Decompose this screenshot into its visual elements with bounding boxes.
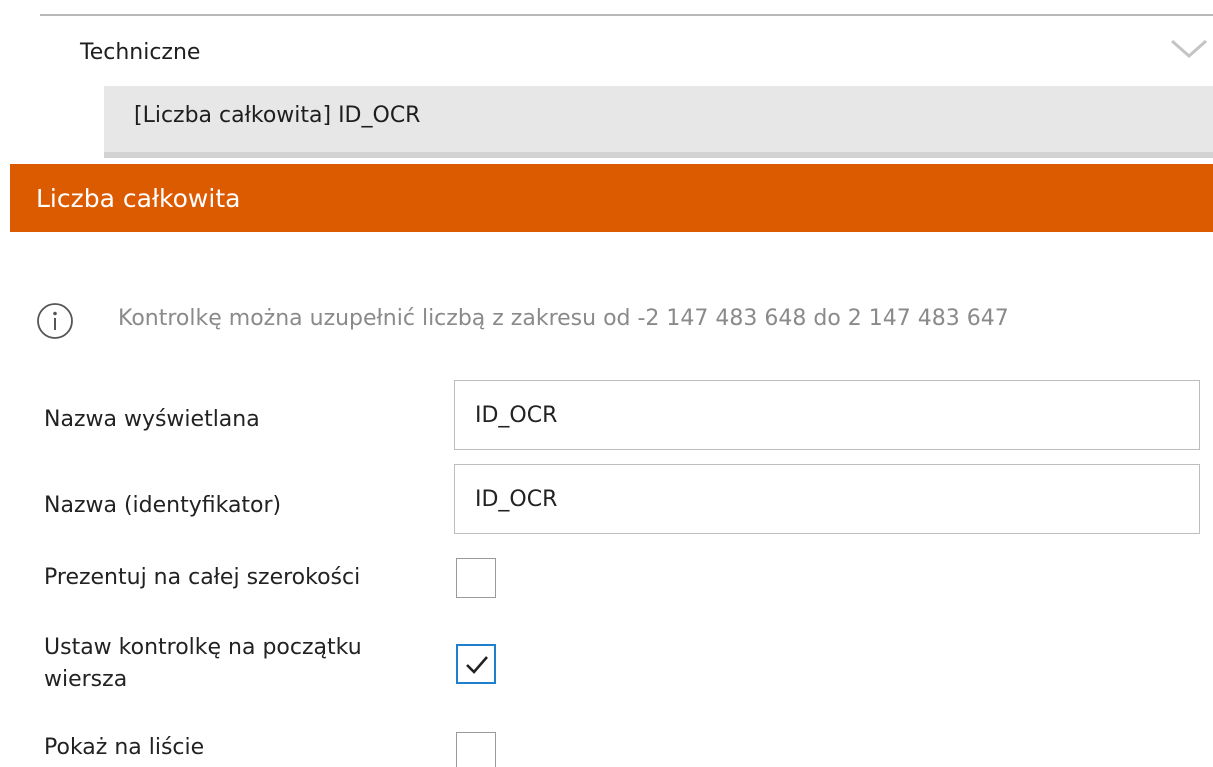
field-list-item-selected[interactable]: [Liczba całkowita] ID_OCR [104, 86, 1213, 158]
identifier-label: Nazwa (identyfikator) [44, 493, 282, 518]
section-title: Techniczne [80, 40, 201, 65]
show-on-list-label: Pokaż na liście [44, 735, 205, 760]
panel-header-bar: Liczba całkowita [10, 164, 1213, 232]
info-message: Kontrolkę można uzupełnić liczbą z zakre… [36, 296, 1213, 346]
show-on-list-checkbox[interactable] [456, 732, 496, 767]
section-header-techniczne[interactable]: Techniczne [40, 30, 1213, 80]
top-divider [40, 14, 1213, 16]
full-width-label: Prezentuj na całej szerokości [44, 565, 361, 590]
checkmark-icon [466, 656, 488, 674]
field-list-item-label: [Liczba całkowita] ID_OCR [134, 103, 421, 128]
row-start-label: Ustaw kontrolkę na początku wiersza [44, 632, 362, 696]
info-text: Kontrolkę można uzupełnić liczbą z zakre… [118, 306, 1009, 331]
row-start-label-line1: Ustaw kontrolkę na początku [44, 635, 362, 660]
chevron-down-icon[interactable] [1169, 36, 1209, 62]
row-start-checkbox[interactable] [456, 644, 496, 684]
full-width-checkbox[interactable] [456, 558, 496, 598]
display-name-label: Nazwa wyświetlana [44, 407, 260, 432]
control-properties-page: Techniczne [Liczba całkowita] ID_OCR Lic… [0, 0, 1213, 767]
panel-title: Liczba całkowita [36, 184, 241, 213]
display-name-input[interactable] [454, 380, 1200, 450]
identifier-input[interactable] [454, 464, 1200, 534]
info-icon [37, 303, 73, 339]
row-start-label-line2: wiersza [44, 667, 128, 692]
